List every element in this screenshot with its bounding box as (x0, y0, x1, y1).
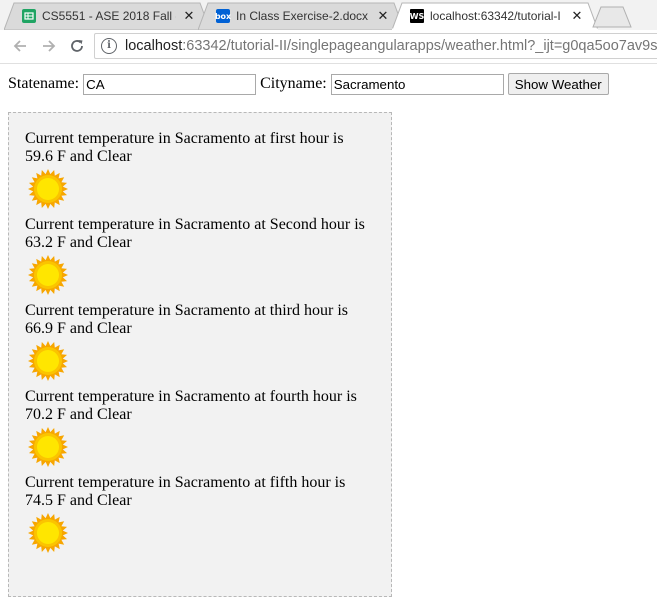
sun-core (37, 522, 59, 544)
forecast-temp: 70.2 F and Clear (25, 406, 132, 423)
forecast-line: Current temperature in Sacramento at Sec… (25, 216, 365, 233)
tab-title: CS5551 - ASE 2018 Fall - (42, 9, 176, 23)
sun-icon (28, 169, 68, 209)
tab-title: In Class Exercise-2.docx | (236, 9, 370, 23)
sheets-icon (22, 9, 36, 23)
forecast-line: Current temperature in Sacramento at fif… (25, 474, 346, 491)
forecast-entry: Current temperature in Sacramento at fou… (25, 388, 380, 468)
sun-icon (28, 427, 68, 467)
address-toolbar: i localhost:63342/tutorial-II/singlepage… (0, 30, 657, 64)
forecast-entry: Current temperature in Sacramento at Sec… (25, 216, 380, 296)
forecast-entry: Current temperature in Sacramento at fif… (25, 474, 380, 554)
tab-localhost-weather[interactable]: WS localhost:63342/tutorial-I ✕ (392, 2, 598, 30)
forecast-temp: 59.6 F and Clear (25, 148, 132, 165)
tab-title: localhost:63342/tutorial-I (430, 9, 561, 23)
forecast-entry: Current temperature in Sacramento at thi… (25, 302, 380, 382)
forecast-line: Current temperature in Sacramento at fir… (25, 130, 344, 147)
close-tab-icon[interactable]: ✕ (376, 9, 390, 24)
sun-core (37, 264, 59, 286)
forecast-line: Current temperature in Sacramento at fou… (25, 388, 357, 405)
tab-cs5551-sheet[interactable]: CS5551 - ASE 2018 Fall - ✕ (4, 2, 210, 30)
close-tab-icon[interactable]: ✕ (570, 9, 584, 24)
tab-in-class-exercise[interactable]: box In Class Exercise-2.docx | ✕ (198, 2, 404, 30)
sun-icon (28, 513, 68, 553)
info-icon[interactable]: i (101, 38, 117, 54)
forward-arrow-icon[interactable] (38, 35, 60, 57)
url-path: :63342/tutorial-II/singlepageangularapps… (182, 38, 657, 54)
address-bar[interactable]: i localhost:63342/tutorial-II/singlepage… (94, 33, 657, 59)
forecast-entry: Current temperature in Sacramento at fir… (25, 130, 380, 210)
back-arrow-icon[interactable] (9, 35, 31, 57)
state-label: Statename: (8, 75, 80, 92)
state-input[interactable] (83, 73, 257, 95)
webstorm-icon: WS (410, 9, 424, 23)
sun-core (37, 350, 59, 372)
new-tab-button[interactable] (592, 6, 632, 28)
forecast-panel: Current temperature in Sacramento at fir… (8, 112, 392, 597)
sun-core (37, 178, 59, 200)
tab-strip: CS5551 - ASE 2018 Fall - ✕ box In Class … (0, 0, 657, 30)
sun-icon (28, 255, 68, 295)
reload-icon[interactable] (66, 35, 88, 57)
sun-core (37, 436, 59, 458)
box-icon: box (215, 9, 231, 23)
show-weather-button[interactable]: Show Weather (507, 73, 609, 95)
city-label: Cityname: (260, 75, 327, 92)
forecast-line: Current temperature in Sacramento at thi… (25, 302, 349, 319)
url-host: localhost (125, 38, 183, 54)
forecast-temp: 74.5 F and Clear (25, 492, 132, 509)
forecast-temp: 63.2 F and Clear (25, 234, 132, 251)
sun-icon (28, 341, 68, 381)
close-tab-icon[interactable]: ✕ (182, 9, 196, 24)
city-input[interactable] (330, 73, 504, 95)
weather-form: Statename: Cityname: Show Weather (8, 73, 609, 95)
forecast-temp: 66.9 F and Clear (25, 320, 132, 337)
